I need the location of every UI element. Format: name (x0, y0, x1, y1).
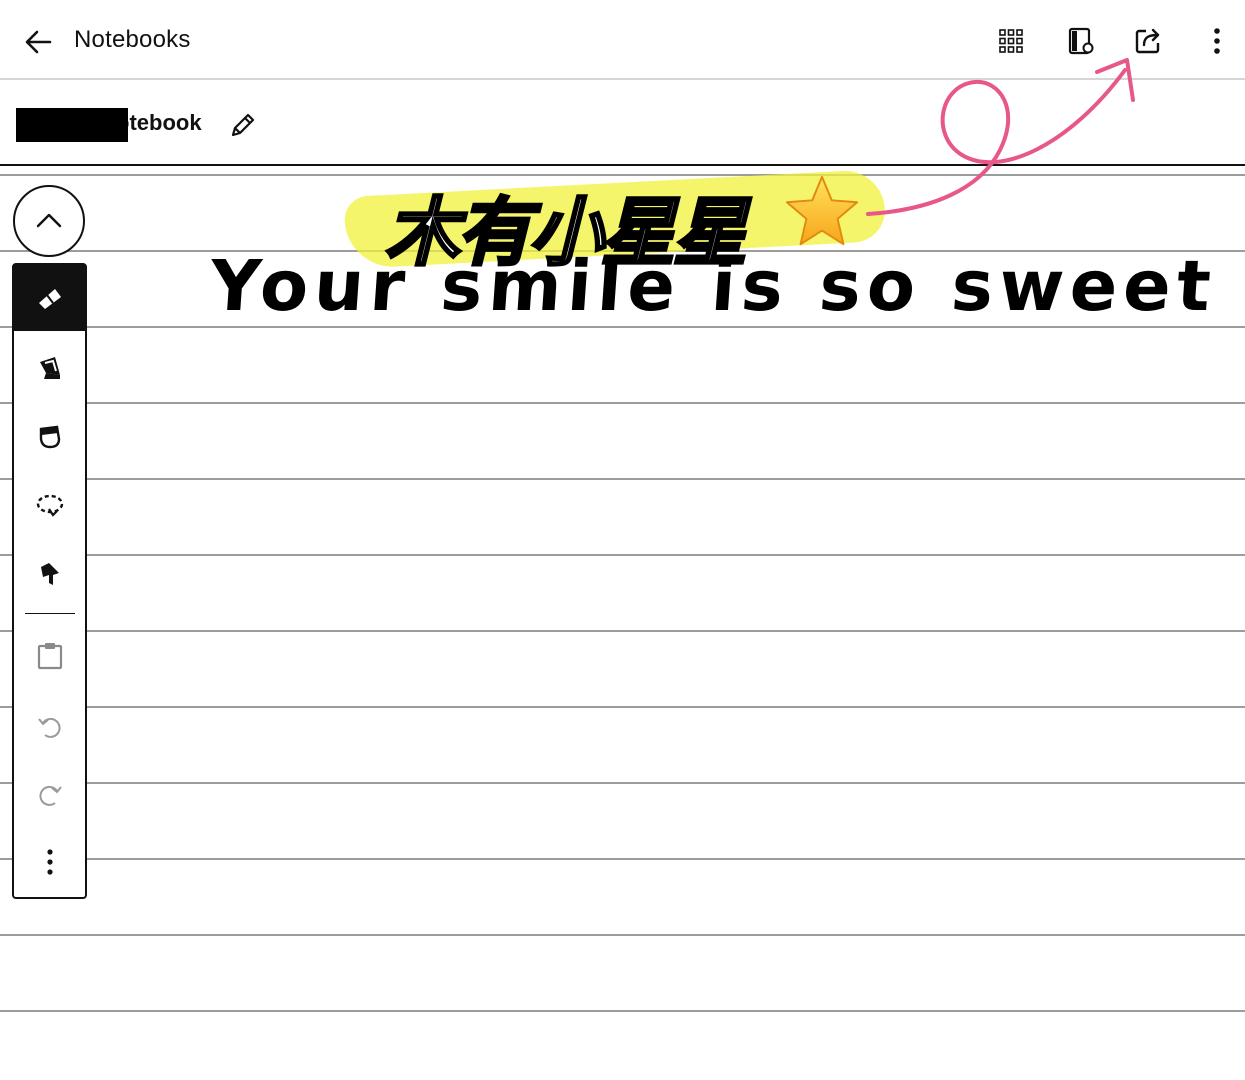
pointer-tool[interactable] (14, 541, 85, 607)
top-bar: Notebooks (0, 0, 1245, 80)
more-icon (47, 849, 53, 875)
redo-icon (39, 785, 62, 806)
lasso-tool[interactable] (14, 473, 85, 539)
notebooks-title[interactable]: Notebooks (74, 26, 191, 54)
redaction-block (16, 108, 128, 142)
more-vertical-icon[interactable] (1200, 24, 1234, 58)
undo-tool[interactable] (14, 693, 85, 759)
pointer-icon (41, 563, 59, 585)
toolbar-more[interactable] (14, 829, 85, 895)
notebook-settings-icon[interactable] (1063, 24, 1097, 58)
ruled-line (0, 554, 1245, 556)
redo-tool[interactable] (14, 761, 85, 827)
ruled-line (0, 478, 1245, 480)
ruled-line (0, 402, 1245, 404)
pen-tool[interactable] (14, 265, 85, 331)
clipboard-icon (37, 643, 63, 670)
clipboard-tool[interactable] (14, 623, 85, 689)
ruled-line (0, 858, 1245, 860)
star-emoji-icon (785, 175, 859, 246)
collapse-toolbar-button[interactable] (13, 185, 85, 257)
lasso-icon (36, 494, 64, 517)
pencil-edit-icon[interactable] (226, 108, 260, 142)
share-icon[interactable] (1131, 24, 1165, 58)
ruled-line (0, 782, 1245, 784)
grid-view-icon[interactable] (994, 24, 1028, 58)
ruled-line (0, 630, 1245, 632)
highlighter-tool[interactable] (14, 335, 85, 401)
ruled-line (0, 934, 1245, 936)
eraser-tool[interactable] (14, 403, 85, 469)
back-arrow-icon[interactable] (22, 26, 54, 58)
notebook-title-text: otebook (116, 110, 202, 135)
tool-palette (12, 263, 87, 899)
pen-icon (39, 289, 61, 309)
toolbar-divider (25, 613, 75, 614)
handwritten-text[interactable]: Your smile is so sweet (207, 245, 1219, 327)
highlighter-icon (40, 357, 60, 379)
undo-icon (38, 717, 61, 738)
chevron-up-icon (36, 213, 62, 228)
ruled-line (0, 1010, 1245, 1012)
eraser-icon (39, 425, 61, 449)
ruled-line (0, 706, 1245, 708)
